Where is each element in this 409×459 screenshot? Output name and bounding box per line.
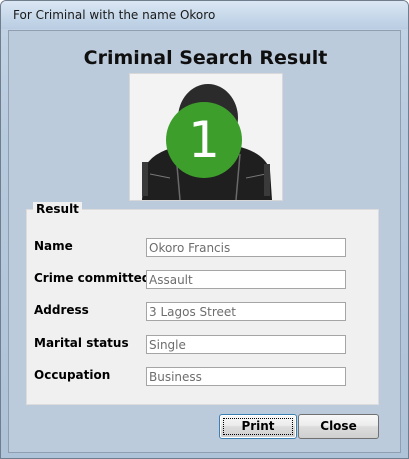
close-button-label: Close [320,419,357,433]
name-field[interactable] [146,238,346,257]
page-title: Criminal Search Result [83,47,328,69]
crime-committed-field[interactable] [146,270,346,289]
occupation-label: Occupation [34,368,111,382]
name-label: Name [34,239,73,253]
window-title: For Criminal with the name Okoro [13,8,216,22]
address-label: Address [34,303,89,317]
occupation-field[interactable] [146,367,346,386]
title-bar[interactable]: For Criminal with the name Okoro [1,1,408,29]
print-button[interactable]: Print [219,414,297,439]
search-result-window: For Criminal with the name Okoro Crimina… [0,0,409,459]
result-legend: Result [33,202,82,216]
focus-rectangle [223,418,293,435]
criminal-photo: 1 [129,73,283,201]
address-field[interactable] [146,302,346,321]
marital-status-label: Marital status [34,336,129,350]
close-button[interactable]: Close [298,414,379,439]
photo-badge-number: 1 [188,111,220,169]
crime-committed-label: Crime committed [34,271,151,285]
marital-status-field[interactable] [146,335,346,354]
dialog-client-area: Criminal Search Result 1 Result Name Oko… [8,30,401,453]
